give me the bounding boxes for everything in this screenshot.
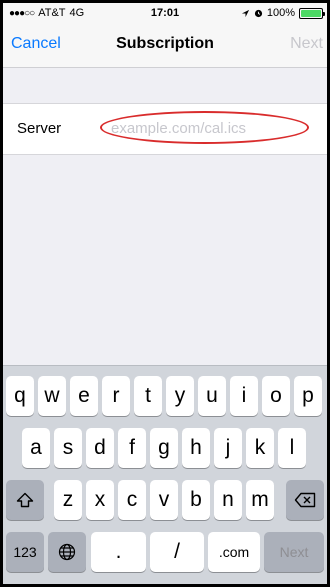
server-row: Server xyxy=(3,103,327,155)
key-i[interactable]: i xyxy=(230,376,258,416)
alarm-icon xyxy=(254,9,262,17)
key-n[interactable]: n xyxy=(214,480,242,520)
key-z[interactable]: z xyxy=(54,480,82,520)
key-j[interactable]: j xyxy=(214,428,242,468)
next-key[interactable]: Next xyxy=(264,532,324,572)
key-u[interactable]: u xyxy=(198,376,226,416)
key-k[interactable]: k xyxy=(246,428,274,468)
key-a[interactable]: a xyxy=(22,428,50,468)
server-label: Server xyxy=(17,120,62,137)
key-y[interactable]: y xyxy=(166,376,194,416)
status-bar: ●●●○○ AT&T 4G 17:01 100% xyxy=(3,3,327,23)
battery-percent: 100% xyxy=(266,7,295,19)
numbers-key[interactable]: 123 xyxy=(6,532,44,572)
key-s[interactable]: s xyxy=(54,428,82,468)
location-arrow-icon xyxy=(241,9,249,17)
status-right: 100% xyxy=(241,7,325,19)
key-q[interactable]: q xyxy=(6,376,34,416)
backspace-icon xyxy=(294,492,316,508)
globe-icon xyxy=(58,543,76,561)
dot-key[interactable]: . xyxy=(91,532,146,572)
key-w[interactable]: w xyxy=(38,376,66,416)
keyboard: q w e r t y u i o p a s d f g h j k l z … xyxy=(3,365,327,584)
shift-icon xyxy=(16,492,34,508)
key-e[interactable]: e xyxy=(70,376,98,416)
battery-icon xyxy=(299,7,325,19)
key-b[interactable]: b xyxy=(182,480,210,520)
key-c[interactable]: c xyxy=(118,480,146,520)
shift-key[interactable] xyxy=(6,480,44,520)
key-v[interactable]: v xyxy=(150,480,178,520)
key-o[interactable]: o xyxy=(262,376,290,416)
key-x[interactable]: x xyxy=(86,480,114,520)
globe-key[interactable] xyxy=(48,532,86,572)
slash-key[interactable]: / xyxy=(150,532,204,572)
key-r[interactable]: r xyxy=(102,376,130,416)
navigation-bar: Cancel Subscription Next xyxy=(3,23,327,68)
key-h[interactable]: h xyxy=(182,428,210,468)
key-f[interactable]: f xyxy=(118,428,146,468)
page-title: Subscription xyxy=(116,35,214,52)
delete-key[interactable] xyxy=(286,480,324,520)
key-l[interactable]: l xyxy=(278,428,306,468)
next-button[interactable]: Next xyxy=(290,35,323,53)
key-m[interactable]: m xyxy=(246,480,274,520)
key-p[interactable]: p xyxy=(294,376,322,416)
key-t[interactable]: t xyxy=(134,376,162,416)
server-input[interactable] xyxy=(105,114,311,142)
key-d[interactable]: d xyxy=(86,428,114,468)
phone-screen: ●●●○○ AT&T 4G 17:01 100% Cancel Subscrip… xyxy=(3,3,327,584)
key-g[interactable]: g xyxy=(150,428,178,468)
dotcom-key[interactable]: .com xyxy=(208,532,260,572)
